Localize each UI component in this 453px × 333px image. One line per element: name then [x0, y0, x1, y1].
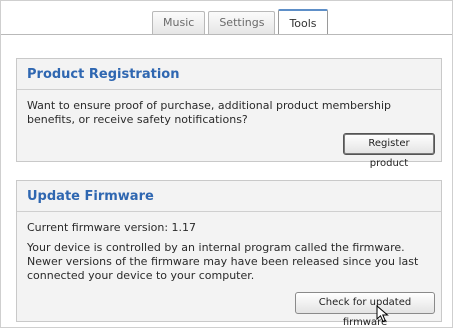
- tools-window: Music Settings Tools Product Registratio…: [0, 0, 453, 328]
- update-firmware-panel: Update Firmware Current firmware version…: [16, 180, 442, 328]
- product-registration-description: Want to ensure proof of purchase, additi…: [27, 99, 392, 126]
- tab-divider: [1, 34, 452, 35]
- firmware-version-text: Current firmware version: 1.17: [27, 221, 197, 234]
- panel-divider: [17, 211, 441, 212]
- tab-bar: Music Settings Tools: [152, 9, 328, 35]
- mouse-cursor-icon: [376, 305, 389, 323]
- product-registration-title: Product Registration: [27, 67, 180, 82]
- tab-settings[interactable]: Settings: [208, 11, 276, 34]
- panel-divider: [17, 89, 441, 90]
- register-product-button[interactable]: Register product: [343, 133, 435, 169]
- product-registration-panel: Product Registration Want to ensure proo…: [16, 58, 442, 169]
- update-firmware-title: Update Firmware: [27, 189, 154, 204]
- check-firmware-button[interactable]: Check for updated firmware: [295, 292, 435, 328]
- update-firmware-description: Your device is controlled by an internal…: [27, 241, 419, 282]
- tab-tools[interactable]: Tools: [278, 9, 328, 35]
- tab-music[interactable]: Music: [152, 11, 206, 34]
